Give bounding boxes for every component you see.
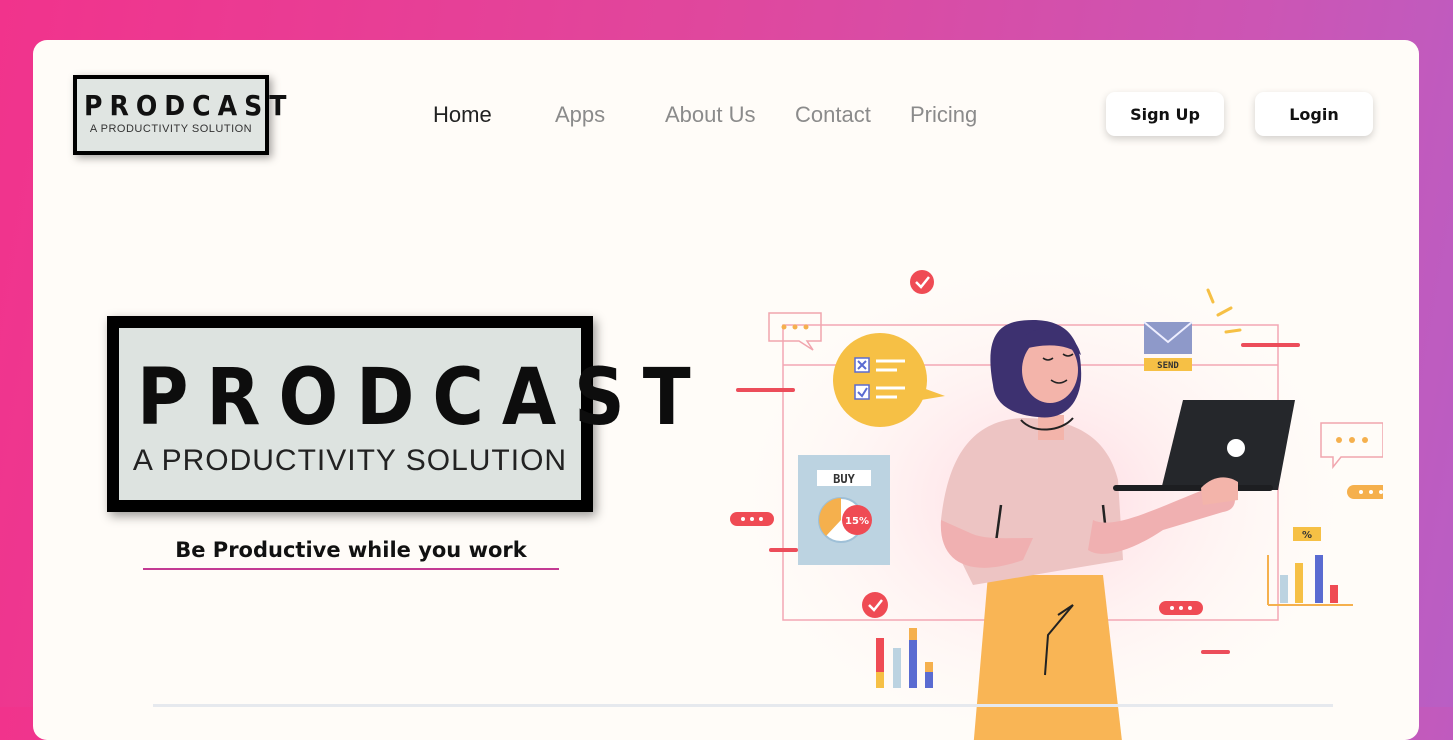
discount-label: 15% (845, 516, 869, 527)
sign-up-button[interactable]: Sign Up (1106, 92, 1224, 136)
dots-pill-right (1347, 485, 1383, 499)
hero-title: PRODCAST (137, 353, 709, 443)
buy-label: BUY (833, 472, 855, 486)
header-logo-subtitle: A PRODUCTIVITY SOLUTION (89, 123, 253, 135)
check-icon-2 (862, 592, 888, 618)
dots-pill-middle (1159, 601, 1203, 615)
buy-card: BUY 15% (798, 455, 890, 565)
nav-contact[interactable]: Contact (795, 102, 871, 128)
main-card: PRODCAST A PRODUCTIVITY SOLUTION Home Ap… (33, 40, 1419, 740)
header-logo[interactable]: PRODCAST A PRODUCTIVITY SOLUTION (73, 75, 294, 155)
header-logo-title: PRODCAST (84, 89, 294, 122)
nav-pricing[interactable]: Pricing (910, 102, 977, 128)
check-icon (910, 270, 934, 294)
nav-apps[interactable]: Apps (555, 102, 605, 128)
percent-label: % (1302, 530, 1312, 541)
dots-pill-left (730, 512, 774, 526)
send-label: SEND (1157, 361, 1179, 371)
login-button[interactable]: Login (1255, 92, 1373, 136)
nav-home[interactable]: Home (433, 102, 492, 128)
nav-about-us[interactable]: About Us (665, 102, 756, 128)
hero-logo: PRODCAST A PRODUCTIVITY SOLUTION (107, 316, 709, 512)
productivity-illustration: BUY 15% SEND % (713, 240, 1383, 740)
hero-subtitle: A PRODUCTIVITY SOLUTION (132, 444, 568, 477)
hero-tagline: Be Productive while you work (143, 538, 559, 570)
